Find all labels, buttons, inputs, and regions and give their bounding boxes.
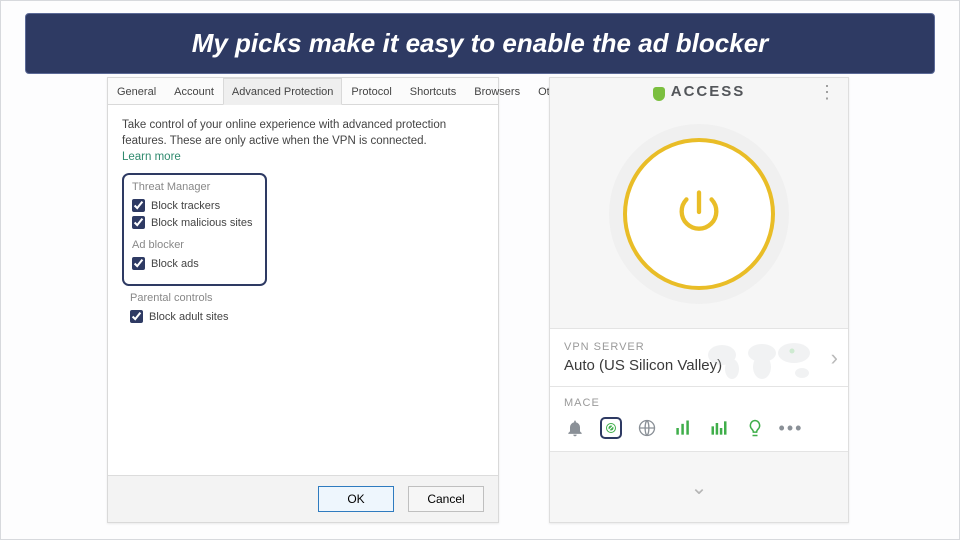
block-adult-checkbox[interactable] [130, 310, 143, 323]
block-ads-label: Block ads [151, 258, 199, 270]
pia-brand-text: ACCESS [671, 83, 746, 100]
block-trackers-label: Block trackers [151, 200, 220, 212]
tab-browsers[interactable]: Browsers [465, 78, 529, 105]
usage-icon[interactable] [672, 417, 694, 439]
parental-title: Parental controls [130, 292, 334, 304]
pia-logo: ACCESS [653, 83, 746, 100]
block-adult-label: Block adult sites [149, 311, 228, 323]
pia-header: ACCESS ⋮ [550, 78, 848, 100]
learn-more-link[interactable]: Learn more [122, 151, 181, 163]
threat-manager-title: Threat Manager [132, 181, 257, 193]
settings-tabbar: General Account Advanced Protection Prot… [108, 78, 498, 105]
tab-advanced-protection[interactable]: Advanced Protection [223, 78, 343, 105]
settings-description: Take control of your online experience w… [122, 117, 484, 149]
tab-protocol[interactable]: Protocol [342, 78, 400, 105]
block-trackers-checkbox[interactable] [132, 199, 145, 212]
chevron-right-icon: › [831, 345, 838, 371]
cancel-button[interactable]: Cancel [408, 486, 484, 512]
performance-icon[interactable] [708, 417, 730, 439]
ad-blocker-title: Ad blocker [132, 239, 257, 251]
world-map-icon [700, 337, 820, 385]
connect-button[interactable] [623, 138, 775, 290]
parental-group: Parental controls Block adult sites [122, 286, 342, 323]
highlight-box: Threat Manager Block trackers Block mali… [122, 173, 267, 286]
expressvpn-settings-window: General Account Advanced Protection Prot… [107, 77, 499, 523]
mace-row: MACE ••• [550, 387, 848, 452]
expand-chevron-icon[interactable]: ⌄ [550, 452, 848, 522]
pia-logo-icon [653, 87, 665, 101]
mace-label: MACE [564, 397, 834, 409]
block-malicious-label: Block malicious sites [151, 217, 252, 229]
block-malicious-checkbox[interactable] [132, 216, 145, 229]
block-adult-row[interactable]: Block adult sites [130, 310, 334, 323]
block-trackers-row[interactable]: Block trackers [132, 199, 257, 212]
power-icon [673, 186, 725, 243]
network-icon[interactable] [636, 417, 658, 439]
tab-account[interactable]: Account [165, 78, 223, 105]
menu-kebab-icon[interactable]: ⋮ [818, 82, 836, 103]
quick-settings-row: ••• [564, 417, 834, 439]
pia-app-window: ACCESS ⋮ VPN SERVER Auto (US Silicon Val… [549, 77, 849, 523]
dialog-buttonbar: OK Cancel [108, 475, 498, 522]
ok-button[interactable]: OK [318, 486, 394, 512]
power-area [550, 100, 848, 328]
block-malicious-row[interactable]: Block malicious sites [132, 216, 257, 229]
tab-shortcuts[interactable]: Shortcuts [401, 78, 465, 105]
block-ads-row[interactable]: Block ads [132, 257, 257, 270]
headline-banner: My picks make it easy to enable the ad b… [25, 13, 935, 74]
block-ads-checkbox[interactable] [132, 257, 145, 270]
mace-shield-icon[interactable] [600, 417, 622, 439]
tab-general[interactable]: General [108, 78, 165, 105]
more-icon[interactable]: ••• [780, 417, 802, 439]
vpn-server-row[interactable]: VPN SERVER Auto (US Silicon Valley) › [550, 328, 848, 387]
notifications-icon[interactable] [564, 417, 586, 439]
tips-icon[interactable] [744, 417, 766, 439]
settings-content: Take control of your online experience w… [108, 105, 498, 475]
